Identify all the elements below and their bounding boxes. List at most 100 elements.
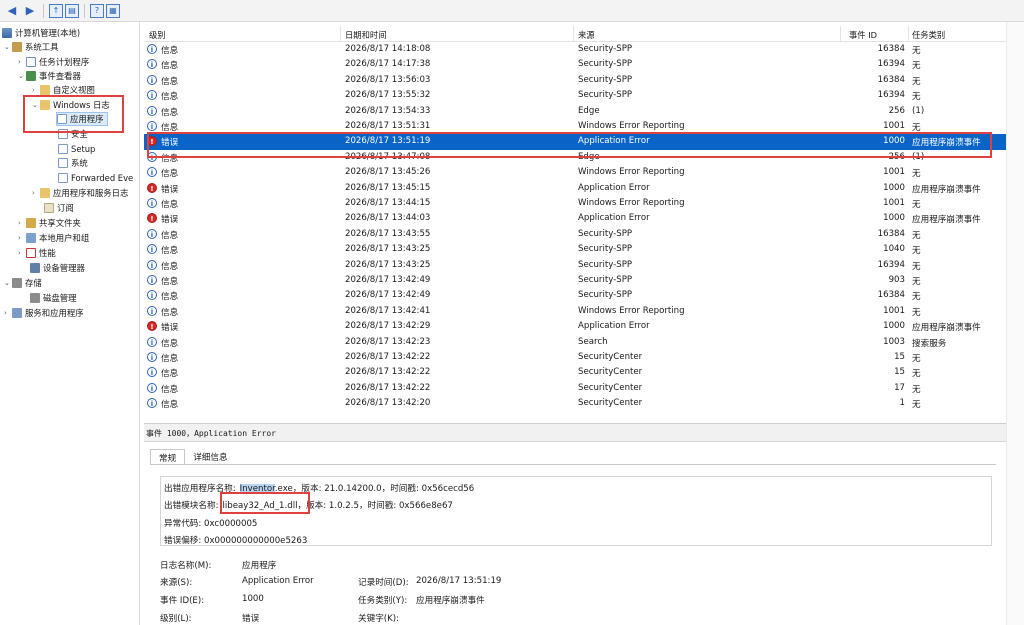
table-row[interactable]: ! 错误 2026/8/17 13:42:29 Application Error 10… [144, 319, 1006, 334]
table-row[interactable]: i 信息 2026/8/17 13:43:25 Security-SPP 1040 无 [144, 242, 1006, 257]
up-folder-icon[interactable]: ↑ [49, 3, 63, 18]
event-id-cell: 16384 [877, 290, 905, 301]
info-icon: i [147, 382, 157, 393]
table-row[interactable]: i 信息 2026/8/17 13:42:41 Windows Error Repor… [144, 304, 1006, 319]
table-row[interactable]: i 信息 2026/8/17 13:42:22 SecurityCenter 15 无 [144, 350, 1006, 365]
chevron-right-icon[interactable]: › [18, 249, 26, 257]
help-icon[interactable]: ? [90, 3, 104, 18]
tree-item-root[interactable]: 计算机管理(本地) [2, 26, 80, 40]
level-cell: 错误 [161, 323, 179, 334]
chevron-right-icon[interactable]: › [4, 309, 12, 317]
tree-item-disk-management[interactable]: 磁盘管理 [30, 291, 77, 305]
event-description[interactable]: 出错应用程序名称: Inventor.exe，版本: 21.0.14200.0，时… [160, 476, 992, 546]
forward-arrow-icon[interactable]: ▶ [22, 3, 38, 19]
table-row[interactable]: i 信息 2026/8/17 13:43:25 Security-SPP 16394 无 [144, 258, 1006, 273]
tree-item-local-users[interactable]: › 本地用户和组 [18, 231, 89, 245]
table-row[interactable]: i 信息 2026/8/17 13:42:20 SecurityCenter 1 无 [144, 396, 1006, 411]
table-row[interactable]: i 信息 2026/8/17 13:51:31 Windows Error Repor… [144, 119, 1006, 134]
datetime-cell: 2026/8/17 13:42:29 [345, 321, 431, 332]
table-row[interactable]: i 信息 2026/8/17 13:42:23 Search 1003 搜索服务 [144, 335, 1006, 350]
tree-item-storage[interactable]: ⌄ 存储 [4, 276, 42, 290]
table-row[interactable]: i 信息 2026/8/17 13:42:22 SecurityCenter 17 无 [144, 381, 1006, 396]
chevron-right-icon[interactable]: › [18, 58, 26, 66]
table-row[interactable]: i 信息 2026/8/17 13:47:08 Edge 256 (1) [144, 150, 1006, 165]
column-divider[interactable] [340, 26, 341, 42]
tree-label: 设备管理器 [43, 263, 85, 273]
back-arrow-icon[interactable]: ◀ [4, 3, 20, 19]
column-header-task-category[interactable]: 任务类别 [912, 29, 945, 41]
task-category-cell: 应用程序崩溃事件 [912, 138, 981, 149]
tree-label: 订阅 [57, 203, 74, 213]
tree-item-services-apps[interactable]: › 服务和应用程序 [4, 306, 84, 320]
tree-item-device-manager[interactable]: 设备管理器 [30, 261, 85, 275]
column-divider[interactable] [908, 26, 909, 42]
folder-icon [40, 188, 50, 198]
task-category-cell: 无 [912, 46, 921, 56]
chevron-right-icon[interactable]: › [32, 86, 40, 94]
tab-general[interactable]: 常规 [150, 449, 186, 465]
logged-label: 记录时间(D): [358, 578, 409, 588]
task-category-cell: 应用程序崩溃事件 [912, 323, 981, 334]
event-id-cell: 1000 [883, 213, 905, 224]
table-row[interactable]: i 信息 2026/8/17 13:56:03 Security-SPP 16384 无 [144, 73, 1006, 88]
table-row[interactable]: i 信息 2026/8/17 13:43:55 Security-SPP 16384 无 [144, 227, 1006, 242]
tree-item-security[interactable]: 安全 [58, 127, 88, 141]
column-header-datetime[interactable]: 日期和时间 [345, 29, 387, 41]
tree-item-app-service-logs[interactable]: › 应用程序和服务日志 [32, 186, 128, 200]
tree-item-event-viewer[interactable]: ⌄ 事件查看器 [18, 69, 81, 83]
tree-label: 性能 [39, 248, 56, 258]
column-header-level[interactable]: 级别 [149, 29, 166, 41]
tree-item-system[interactable]: 系统 [58, 156, 88, 170]
table-row[interactable]: i 信息 2026/8/17 13:42:49 Security-SPP 16384 无 [144, 288, 1006, 303]
table-row[interactable]: i 信息 2026/8/17 13:54:33 Edge 256 (1) [144, 104, 1006, 119]
source-cell: Windows Error Reporting [578, 167, 685, 178]
properties-icon[interactable]: ▦ [106, 3, 120, 18]
tree-item-shared-folders[interactable]: › 共享文件夹 [18, 216, 81, 230]
chevron-right-icon[interactable]: › [18, 219, 26, 227]
performance-icon [26, 248, 36, 258]
tree-item-windows-logs[interactable]: ⌄ Windows 日志 [32, 98, 110, 112]
chevron-down-icon[interactable]: ⌄ [18, 72, 26, 80]
level-cell: 信息 [161, 107, 179, 118]
table-row[interactable]: i 信息 2026/8/17 13:42:22 SecurityCenter 15 无 [144, 365, 1006, 380]
event-id-cell: 16384 [877, 44, 905, 54]
chevron-right-icon[interactable]: › [18, 234, 26, 242]
tree-item-application[interactable]: 应用程序 [56, 112, 108, 126]
table-row[interactable]: ! 错误 2026/8/17 13:44:03 Application Error 10… [144, 211, 1006, 226]
chevron-down-icon[interactable]: ⌄ [4, 279, 12, 287]
table-row[interactable]: ! 错误 2026/8/17 13:51:19 Application Error 10… [144, 134, 1006, 150]
task-category-cell: (1) [912, 105, 925, 116]
table-row[interactable]: i 信息 2026/8/17 14:17:38 Security-SPP 16394 无 [144, 57, 1006, 72]
chevron-down-icon[interactable]: ⌄ [4, 43, 12, 51]
vertical-scrollbar[interactable] [1006, 22, 1024, 625]
tree-item-forwarded-events[interactable]: Forwarded Eve [58, 171, 133, 185]
tab-details[interactable]: 详细信息 [185, 449, 235, 465]
table-row[interactable]: i 信息 2026/8/17 14:18:08 Security-SPP 16384 无 [144, 42, 1006, 57]
tree-item-system-tools[interactable]: ⌄ 系统工具 [4, 40, 59, 54]
chevron-right-icon[interactable]: › [32, 189, 40, 197]
tree-label: 计算机管理(本地) [15, 28, 81, 38]
column-header-event-id[interactable]: 事件 ID [849, 29, 877, 41]
show-hide-tree-icon[interactable]: ▤ [65, 3, 79, 18]
tree-label: 应用程序 [70, 114, 104, 124]
column-divider[interactable] [573, 26, 574, 42]
table-row[interactable]: i 信息 2026/8/17 13:42:49 Security-SPP 903 无 [144, 273, 1006, 288]
column-divider[interactable] [840, 26, 841, 42]
table-row[interactable]: i 信息 2026/8/17 13:55:32 Security-SPP 16394 无 [144, 88, 1006, 103]
table-row[interactable]: i 信息 2026/8/17 13:45:26 Windows Error Repor… [144, 165, 1006, 180]
column-header-source[interactable]: 来源 [578, 29, 595, 41]
datetime-cell: 2026/8/17 13:55:32 [345, 90, 431, 101]
tree-item-performance[interactable]: › 性能 [18, 246, 56, 260]
table-row[interactable]: i 信息 2026/8/17 13:44:15 Windows Error Repor… [144, 196, 1006, 211]
datetime-cell: 2026/8/17 13:45:26 [345, 167, 431, 178]
tree-item-subscriptions[interactable]: 订阅 [44, 201, 74, 215]
level-cell: 信息 [161, 384, 179, 395]
log-name-value: 应用程序 [242, 561, 277, 571]
tree-item-task-scheduler[interactable]: › 任务计划程序 [18, 55, 89, 69]
chevron-down-icon[interactable]: ⌄ [32, 101, 40, 109]
table-row[interactable]: ! 错误 2026/8/17 13:45:15 Application Error 10… [144, 181, 1006, 196]
level-label: 级别(L): [160, 614, 192, 624]
tree-item-setup[interactable]: Setup [58, 142, 95, 156]
tree-item-custom-views[interactable]: › 自定义视图 [32, 83, 95, 97]
datetime-cell: 2026/8/17 13:42:22 [345, 352, 431, 362]
